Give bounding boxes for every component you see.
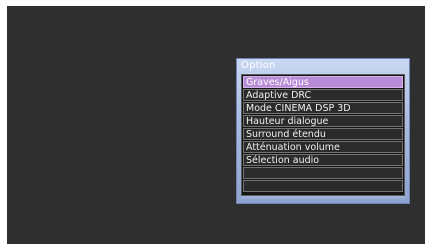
menu-item-hauteur-dialogue[interactable]: Hauteur dialogue [243,115,403,127]
menu-item-selection-audio[interactable]: Sélection audio [243,154,403,166]
menu-item-empty [243,167,403,179]
menu-item-mode-cinema-dsp-3d[interactable]: Mode CINEMA DSP 3D [243,102,403,114]
menu-title: Option [241,60,276,71]
menu-item-empty [243,180,403,192]
menu-bottom-bar [241,196,405,200]
option-menu: Option Graves/Aigus Adaptive DRC Mode CI… [236,58,410,204]
menu-item-attenuation-volume[interactable]: Atténuation volume [243,141,403,153]
menu-item-adaptive-drc[interactable]: Adaptive DRC [243,89,403,101]
menu-list: Graves/Aigus Adaptive DRC Mode CINEMA DS… [241,74,405,196]
menu-item-graves-aigus[interactable]: Graves/Aigus [243,76,403,88]
screen: Option Graves/Aigus Adaptive DRC Mode CI… [0,0,432,250]
menu-item-surround-etendu[interactable]: Surround étendu [243,128,403,140]
